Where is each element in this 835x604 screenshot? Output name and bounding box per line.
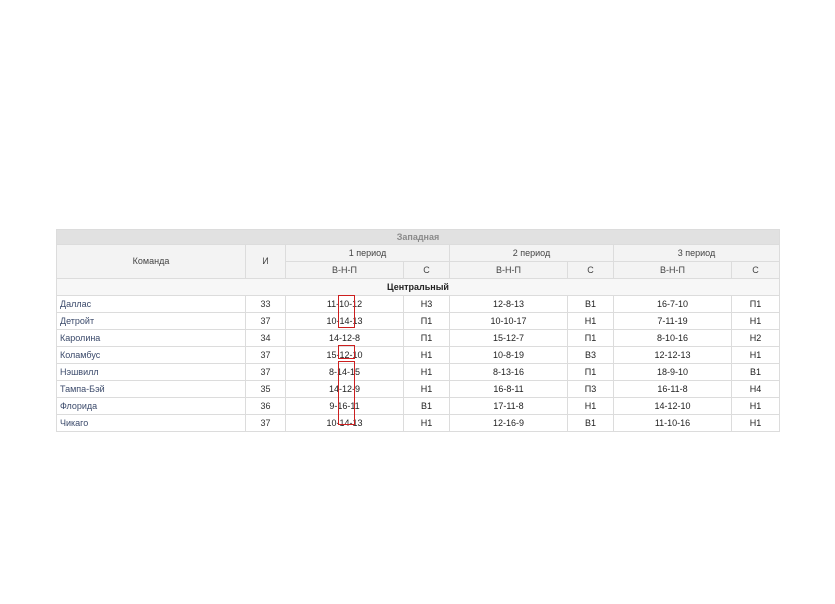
p2-series-cell: П1 [567, 363, 614, 381]
series-header: С [731, 261, 780, 279]
p3-record-cell: 7-11-19 [613, 312, 732, 330]
p3-record-cell: 11-10-16 [613, 414, 732, 432]
team-link[interactable]: Даллас [56, 295, 246, 313]
games-cell: 37 [245, 346, 286, 364]
conference-header: Западная [56, 229, 780, 245]
period-1-header: 1 период [285, 244, 450, 262]
p3-record-cell: 8-10-16 [613, 329, 732, 347]
games-cell: 37 [245, 312, 286, 330]
games-cell: 33 [245, 295, 286, 313]
p2-series-cell: В1 [567, 295, 614, 313]
team-link[interactable]: Детройт [56, 312, 246, 330]
p2-series-cell: Н1 [567, 397, 614, 415]
team-link[interactable]: Чикаго [56, 414, 246, 432]
p3-series-cell: Н1 [731, 312, 780, 330]
series-header: С [403, 261, 450, 279]
team-link[interactable]: Нэшвилл [56, 363, 246, 381]
table-row: Нэшвилл 37 8-14-15 Н1 8-13-16 П1 18-9-10… [56, 363, 780, 381]
p1-record-cell: 14-12-8 [285, 329, 404, 347]
p1-series-cell: Н1 [403, 414, 450, 432]
record-header: В-Н-П [285, 261, 404, 279]
standings-table-wrap: Западная Команда И 1 период 2 период 3 п… [56, 229, 780, 432]
p2-series-cell: П1 [567, 329, 614, 347]
table-row: Детройт 37 10-14-13 П1 10-10-17 Н1 7-11-… [56, 312, 780, 330]
p2-record-cell: 10-10-17 [449, 312, 568, 330]
p1-record-cell: 10-14-13 [285, 414, 404, 432]
p1-record-cell: 9-16-11 [285, 397, 404, 415]
team-link[interactable]: Тампа-Бэй [56, 380, 246, 398]
p2-record-cell: 12-16-9 [449, 414, 568, 432]
p2-record-cell: 16-8-11 [449, 380, 568, 398]
standings-table: Западная Команда И 1 период 2 период 3 п… [56, 229, 780, 432]
p2-record-cell: 15-12-7 [449, 329, 568, 347]
p1-record-cell: 8-14-15 [285, 363, 404, 381]
division-header: Центральный [56, 278, 780, 296]
table-row: Даллас 33 11-10-12 Н3 12-8-13 В1 16-7-10… [56, 295, 780, 313]
p3-series-cell: Н1 [731, 414, 780, 432]
p1-series-cell: Н1 [403, 346, 450, 364]
period-3-header: 3 период [613, 244, 780, 262]
p1-series-cell: П1 [403, 312, 450, 330]
p1-series-cell: П1 [403, 329, 450, 347]
team-link[interactable]: Каролина [56, 329, 246, 347]
p1-series-cell: Н1 [403, 363, 450, 381]
games-cell: 37 [245, 414, 286, 432]
games-cell: 34 [245, 329, 286, 347]
table-row: Каролина 34 14-12-8 П1 15-12-7 П1 8-10-1… [56, 329, 780, 347]
series-header: С [567, 261, 614, 279]
p3-series-cell: В1 [731, 363, 780, 381]
table-row: Флорида 36 9-16-11 В1 17-11-8 Н1 14-12-1… [56, 397, 780, 415]
record-header: В-Н-П [449, 261, 568, 279]
p3-series-cell: Н4 [731, 380, 780, 398]
games-cell: 35 [245, 380, 286, 398]
p3-series-cell: П1 [731, 295, 780, 313]
p2-record-cell: 10-8-19 [449, 346, 568, 364]
p3-record-cell: 18-9-10 [613, 363, 732, 381]
p1-series-cell: В1 [403, 397, 450, 415]
p3-series-cell: Н1 [731, 346, 780, 364]
table-row: Коламбус 37 15-12-10 Н1 10-8-19 В3 12-12… [56, 346, 780, 364]
p3-series-cell: Н2 [731, 329, 780, 347]
p3-series-cell: Н1 [731, 397, 780, 415]
games-cell: 36 [245, 397, 286, 415]
p2-series-cell: В1 [567, 414, 614, 432]
record-header: В-Н-П [613, 261, 732, 279]
team-link[interactable]: Коламбус [56, 346, 246, 364]
p2-record-cell: 17-11-8 [449, 397, 568, 415]
p2-series-cell: П3 [567, 380, 614, 398]
p3-record-cell: 16-11-8 [613, 380, 732, 398]
table-row: Тампа-Бэй 35 14-12-9 Н1 16-8-11 П3 16-11… [56, 380, 780, 398]
table-row: Чикаго 37 10-14-13 Н1 12-16-9 В1 11-10-1… [56, 414, 780, 432]
p1-series-cell: Н1 [403, 380, 450, 398]
p3-record-cell: 12-12-13 [613, 346, 732, 364]
p1-record-cell: 15-12-10 [285, 346, 404, 364]
games-column-header: И [245, 244, 286, 279]
games-cell: 37 [245, 363, 286, 381]
p1-record-cell: 10-14-13 [285, 312, 404, 330]
team-link[interactable]: Флорида [56, 397, 246, 415]
p2-series-cell: В3 [567, 346, 614, 364]
p1-record-cell: 14-12-9 [285, 380, 404, 398]
p2-series-cell: Н1 [567, 312, 614, 330]
p2-record-cell: 12-8-13 [449, 295, 568, 313]
p2-record-cell: 8-13-16 [449, 363, 568, 381]
p1-series-cell: Н3 [403, 295, 450, 313]
team-column-header: Команда [56, 244, 246, 279]
period-2-header: 2 период [449, 244, 614, 262]
p3-record-cell: 14-12-10 [613, 397, 732, 415]
p1-record-cell: 11-10-12 [285, 295, 404, 313]
p3-record-cell: 16-7-10 [613, 295, 732, 313]
